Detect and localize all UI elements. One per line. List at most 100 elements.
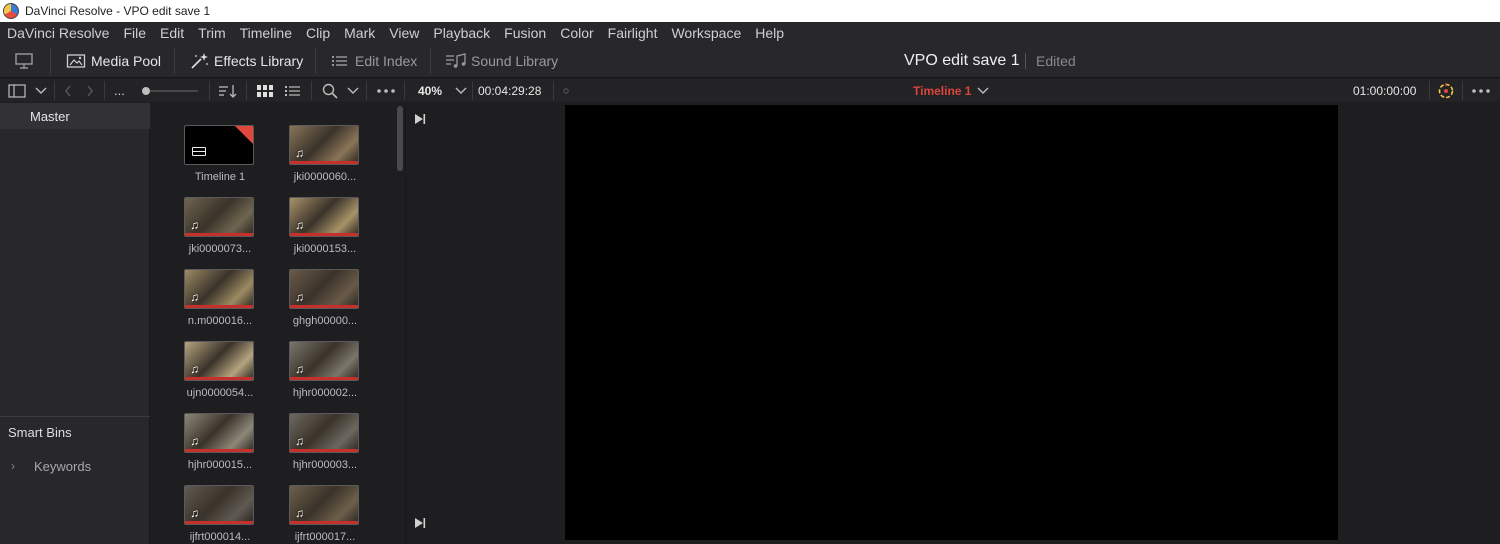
menu-clip[interactable]: Clip (306, 25, 330, 41)
clip-usage-bar (185, 377, 253, 380)
media-clip[interactable]: ♫ ghgh00000... (289, 269, 361, 327)
audio-icon: ♫ (190, 506, 199, 520)
menu-color[interactable]: Color (560, 25, 593, 41)
chevron-right-icon (87, 85, 93, 96)
menu-fusion[interactable]: Fusion (504, 25, 546, 41)
scrollbar-thumb[interactable] (397, 106, 403, 171)
menu-mark[interactable]: Mark (344, 25, 375, 41)
timeline-clip[interactable]: Timeline 1 (184, 125, 256, 183)
clip-label: ijfrt000017... (294, 531, 356, 543)
menu-fairlight[interactable]: Fairlight (608, 25, 658, 41)
media-pool-options-button[interactable] (376, 79, 396, 102)
media-pool-button[interactable]: Media Pool (66, 44, 161, 78)
effects-library-button[interactable]: Effects Library (190, 44, 303, 78)
skip-to-end-button[interactable] (414, 113, 426, 125)
audio-icon: ♫ (190, 218, 199, 232)
audio-icon: ♫ (295, 434, 304, 448)
skip-to-end-button-bottom[interactable] (414, 517, 426, 529)
sound-library-button[interactable]: Sound Library (445, 44, 558, 78)
clip-thumbnail: ♫ (289, 413, 359, 453)
smart-bins-header[interactable]: Smart Bins (8, 425, 72, 440)
menu-view[interactable]: View (389, 25, 419, 41)
bin-master-label: Master (30, 108, 70, 124)
menu-timeline[interactable]: Timeline (240, 25, 292, 41)
edit-index-button[interactable]: Edit Index (331, 44, 417, 78)
viewer-gutter (405, 103, 435, 544)
media-pool-label: Media Pool (91, 53, 162, 69)
timeline-name: Timeline 1 (913, 83, 972, 98)
panel-layout-button[interactable] (8, 79, 26, 102)
audio-icon: ♫ (190, 290, 199, 304)
media-clip[interactable]: ♫ jki0000073... (184, 197, 256, 255)
media-clip[interactable]: ♫ jki0000060... (289, 125, 361, 183)
clip-label: ghgh00000... (292, 315, 358, 327)
color-scopes-button[interactable] (1437, 79, 1455, 102)
clip-label: hjhr000002... (292, 387, 358, 399)
list-view-button[interactable] (285, 79, 301, 102)
zoom-dropdown[interactable] (455, 79, 467, 102)
project-status: Edited (1036, 53, 1076, 69)
effects-library-label: Effects Library (214, 53, 304, 69)
clip-usage-bar (290, 377, 358, 380)
panel-layout-dropdown[interactable] (35, 79, 47, 102)
menu-trim[interactable]: Trim (198, 25, 225, 41)
media-clip[interactable]: ♫ hjhr000015... (184, 413, 256, 471)
chevron-down-icon (977, 87, 989, 94)
thumbnail-size-slider[interactable] (140, 79, 200, 102)
timeline-selector[interactable]: Timeline 1 (913, 79, 989, 102)
clip-usage-bar (290, 161, 358, 164)
clip-thumbnail: ♫ (289, 125, 359, 165)
clip-label: hjhr000003... (292, 459, 358, 471)
timeline-viewer-frame[interactable] (565, 105, 1338, 540)
clip-label: jki0000060... (293, 171, 357, 183)
thumbnail-view-button[interactable] (257, 79, 273, 102)
media-clip[interactable]: ♫ ijfrt000017... (289, 485, 361, 543)
monitor-toggle-button[interactable] (14, 44, 34, 78)
menu-edit[interactable]: Edit (160, 25, 184, 41)
sound-library-label: Sound Library (471, 53, 559, 69)
forward-button[interactable] (86, 79, 94, 102)
back-button[interactable] (64, 79, 72, 102)
chevron-right-icon[interactable]: › (11, 459, 15, 473)
menu-help[interactable]: Help (755, 25, 784, 41)
clip-thumbnail: ♫ (289, 197, 359, 237)
media-clip[interactable]: ♫ ijfrt000014... (184, 485, 256, 543)
media-clip[interactable]: ♫ n.m000016... (184, 269, 256, 327)
clip-usage-bar (290, 449, 358, 452)
clip-label: jki0000073... (188, 243, 252, 255)
smart-bin-keywords[interactable]: Keywords (34, 459, 91, 474)
clip-thumbnail: ♫ (184, 197, 254, 237)
window-title-bar: DaVinci Resolve - VPO edit save 1 (0, 0, 1500, 22)
monitor-icon (15, 53, 33, 69)
sort-button[interactable] (218, 79, 238, 102)
clip-thumbnail: ♫ (289, 485, 359, 525)
search-icon (322, 83, 338, 99)
menu-davinci-resolve[interactable]: DaVinci Resolve (7, 25, 109, 41)
clip-thumbnail: ♫ (184, 485, 254, 525)
audio-icon: ♫ (295, 146, 304, 160)
media-clip[interactable]: ♫ hjhr000003... (289, 413, 361, 471)
viewer-zoom-level[interactable]: 40% (418, 79, 442, 102)
bin-master-row[interactable] (0, 103, 150, 129)
audio-icon: ♫ (295, 290, 304, 304)
menu-file[interactable]: File (123, 25, 146, 41)
clip-label: n.m000016... (187, 315, 253, 327)
timeline-icon (192, 147, 206, 156)
more-options-icon (377, 88, 395, 93)
search-options-dropdown[interactable] (347, 79, 359, 102)
media-clip[interactable]: ♫ hjhr000002... (289, 341, 361, 399)
chevron-down-icon (347, 87, 359, 94)
menu-workspace[interactable]: Workspace (671, 25, 741, 41)
magic-wand-icon (191, 53, 208, 69)
viewer-options-button[interactable] (1471, 79, 1491, 102)
menu-playback[interactable]: Playback (433, 25, 490, 41)
audio-icon: ♫ (295, 362, 304, 376)
media-clip[interactable]: ♫ ujn0000054... (184, 341, 256, 399)
clip-label: ujn0000054... (186, 387, 254, 399)
bin-path-ellipsis[interactable]: ... (114, 79, 125, 102)
clip-usage-bar (185, 449, 253, 452)
media-clip[interactable]: ♫ jki0000153... (289, 197, 361, 255)
search-button[interactable] (322, 79, 338, 102)
davinci-resolve-logo-icon (3, 3, 19, 19)
clip-thumbnail: ♫ (184, 413, 254, 453)
